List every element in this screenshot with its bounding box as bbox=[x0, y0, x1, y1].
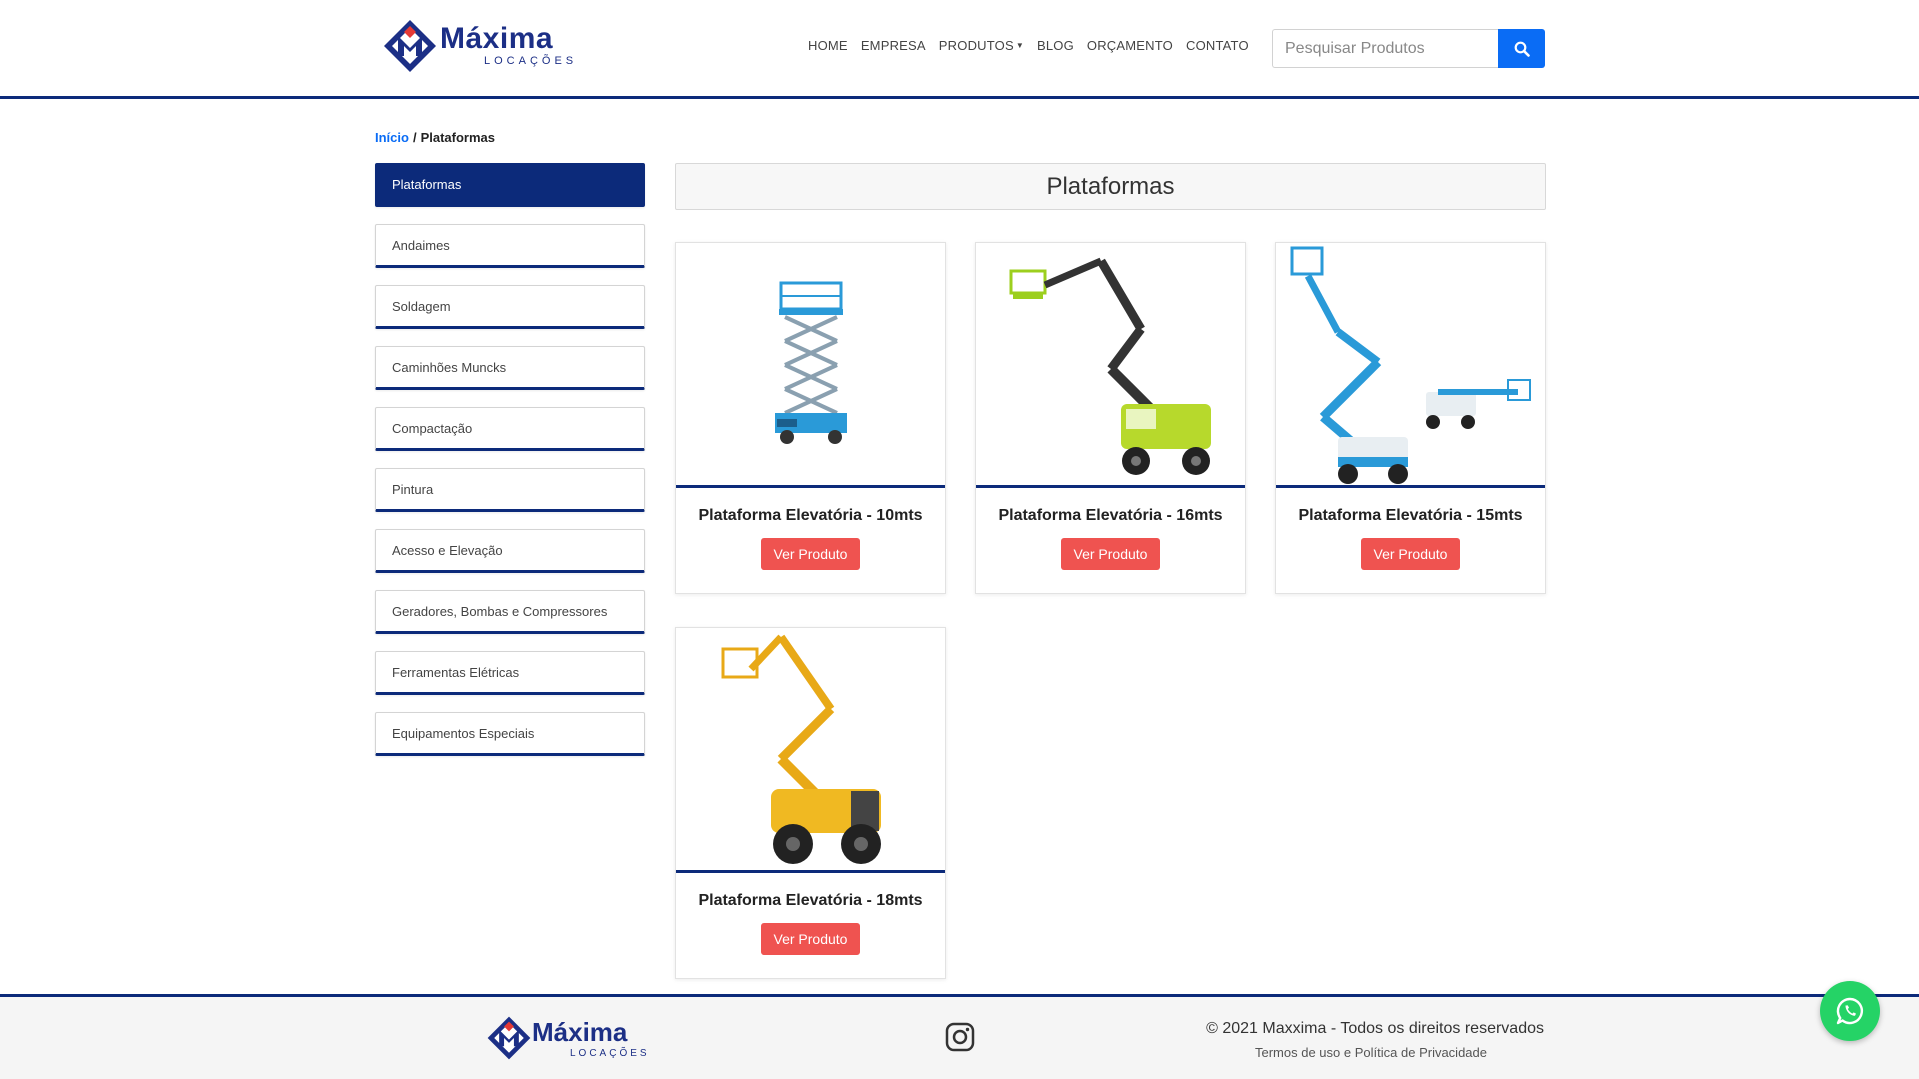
breadcrumb-separator: / bbox=[412, 130, 417, 145]
logo-mark-icon bbox=[384, 20, 436, 72]
nav-contato[interactable]: CONTATO bbox=[1186, 38, 1249, 53]
sidebar-item-geradores[interactable]: Geradores, Bombas e Compressores bbox=[375, 590, 645, 634]
nav-home[interactable]: HOME bbox=[808, 38, 848, 53]
view-product-button[interactable]: Ver Produto bbox=[761, 923, 860, 955]
sidebar-item-plataformas[interactable]: Plataformas bbox=[375, 163, 645, 207]
view-product-button[interactable]: Ver Produto bbox=[1361, 538, 1460, 570]
nav-blog[interactable]: BLOG bbox=[1037, 38, 1074, 53]
search-input[interactable] bbox=[1272, 29, 1498, 68]
footer-links: Termos de uso e Política de Privacidade bbox=[1100, 1045, 1487, 1060]
sidebar-item-compactacao[interactable]: Compactação bbox=[375, 407, 645, 451]
footer-logo[interactable]: Máxima LOCAÇÕES bbox=[486, 1015, 647, 1065]
view-product-button[interactable]: Ver Produto bbox=[1061, 538, 1160, 570]
privacy-link[interactable]: Política de Privacidade bbox=[1355, 1045, 1487, 1060]
scissor-lift-image bbox=[774, 281, 847, 444]
boom-lift-green-image bbox=[1009, 257, 1211, 475]
sidebar-item-caminhoes-muncks[interactable]: Caminhões Muncks bbox=[375, 346, 645, 390]
boom-lift-blue-image bbox=[1290, 246, 1531, 484]
copyright-text: © 2021 Maxxima - Todos os direitos reser… bbox=[1206, 1020, 1544, 1037]
nav-produtos-label: PRODUTOS bbox=[938, 38, 1014, 53]
view-product-button[interactable]: Ver Produto bbox=[761, 538, 860, 570]
product-image[interactable] bbox=[1276, 243, 1545, 488]
product-name[interactable]: Plataforma Elevatória - 16mts bbox=[976, 507, 1245, 525]
whatsapp-button[interactable] bbox=[1820, 981, 1880, 1041]
product-card[interactable]: Plataforma Elevatória - 18mts Ver Produt… bbox=[675, 627, 946, 979]
footer-logo-brand: Máxima bbox=[532, 1017, 628, 1047]
product-card[interactable]: Plataforma Elevatória - 15mts Ver Produt… bbox=[1275, 242, 1546, 594]
site-footer: Máxima LOCAÇÕES © 2021 Maxxima - Todos o… bbox=[0, 994, 1919, 1079]
product-card[interactable]: Plataforma Elevatória - 16mts Ver Produt… bbox=[975, 242, 1246, 594]
caret-down-icon: ▼ bbox=[1015, 41, 1024, 50]
category-sidebar: Plataformas Andaimes Soldagem Caminhões … bbox=[375, 163, 645, 773]
sidebar-item-equipamentos[interactable]: Equipamentos Especiais bbox=[375, 712, 645, 756]
page-title: Plataformas bbox=[675, 163, 1546, 210]
logo-mark-icon bbox=[487, 1016, 531, 1060]
site-logo[interactable]: Máxima LOCAÇÕES bbox=[382, 18, 573, 74]
search-button[interactable] bbox=[1498, 29, 1545, 68]
product-name[interactable]: Plataforma Elevatória - 18mts bbox=[676, 892, 945, 910]
search-bar bbox=[1272, 29, 1545, 68]
nav-orcamento[interactable]: ORÇAMENTO bbox=[1087, 38, 1173, 53]
footer-logo-subtitle: LOCAÇÕES bbox=[570, 1048, 650, 1059]
boom-lift-yellow-image bbox=[721, 634, 881, 864]
search-icon bbox=[1514, 41, 1530, 57]
product-card[interactable]: Plataforma Elevatória - 10mts Ver Produt… bbox=[675, 242, 946, 594]
nav-produtos[interactable]: PRODUTOS ▼ bbox=[939, 38, 1024, 53]
breadcrumb-home[interactable]: Início bbox=[375, 130, 409, 145]
sidebar-item-acesso-elevacao[interactable]: Acesso e Elevação bbox=[375, 529, 645, 573]
product-name[interactable]: Plataforma Elevatória - 15mts bbox=[1276, 507, 1545, 525]
product-image[interactable] bbox=[676, 628, 945, 873]
whatsapp-icon bbox=[1836, 997, 1863, 1025]
site-header: Máxima LOCAÇÕES HOME EMPRESA PRODUTOS ▼ B… bbox=[0, 0, 1919, 99]
terms-link[interactable]: Termos de uso bbox=[1255, 1045, 1340, 1060]
logo-brand: Máxima bbox=[440, 22, 554, 55]
nav-empresa[interactable]: EMPRESA bbox=[861, 38, 926, 53]
logo-subtitle: LOCAÇÕES bbox=[484, 55, 578, 67]
sidebar-item-pintura[interactable]: Pintura bbox=[375, 468, 645, 512]
product-name[interactable]: Plataforma Elevatória - 10mts bbox=[676, 507, 945, 525]
main-nav: HOME EMPRESA PRODUTOS ▼ BLOG ORÇAMENTO CO… bbox=[808, 38, 1262, 53]
breadcrumb: Início / Plataformas bbox=[375, 130, 495, 145]
sidebar-item-andaimes[interactable]: Andaimes bbox=[375, 224, 645, 268]
sidebar-item-ferramentas[interactable]: Ferramentas Elétricas bbox=[375, 651, 645, 695]
product-image[interactable] bbox=[976, 243, 1245, 488]
sidebar-item-soldagem[interactable]: Soldagem bbox=[375, 285, 645, 329]
instagram-icon[interactable] bbox=[945, 1022, 975, 1052]
terms-and: e bbox=[1343, 1045, 1352, 1060]
product-image[interactable] bbox=[676, 243, 945, 488]
breadcrumb-current: Plataformas bbox=[420, 130, 495, 145]
